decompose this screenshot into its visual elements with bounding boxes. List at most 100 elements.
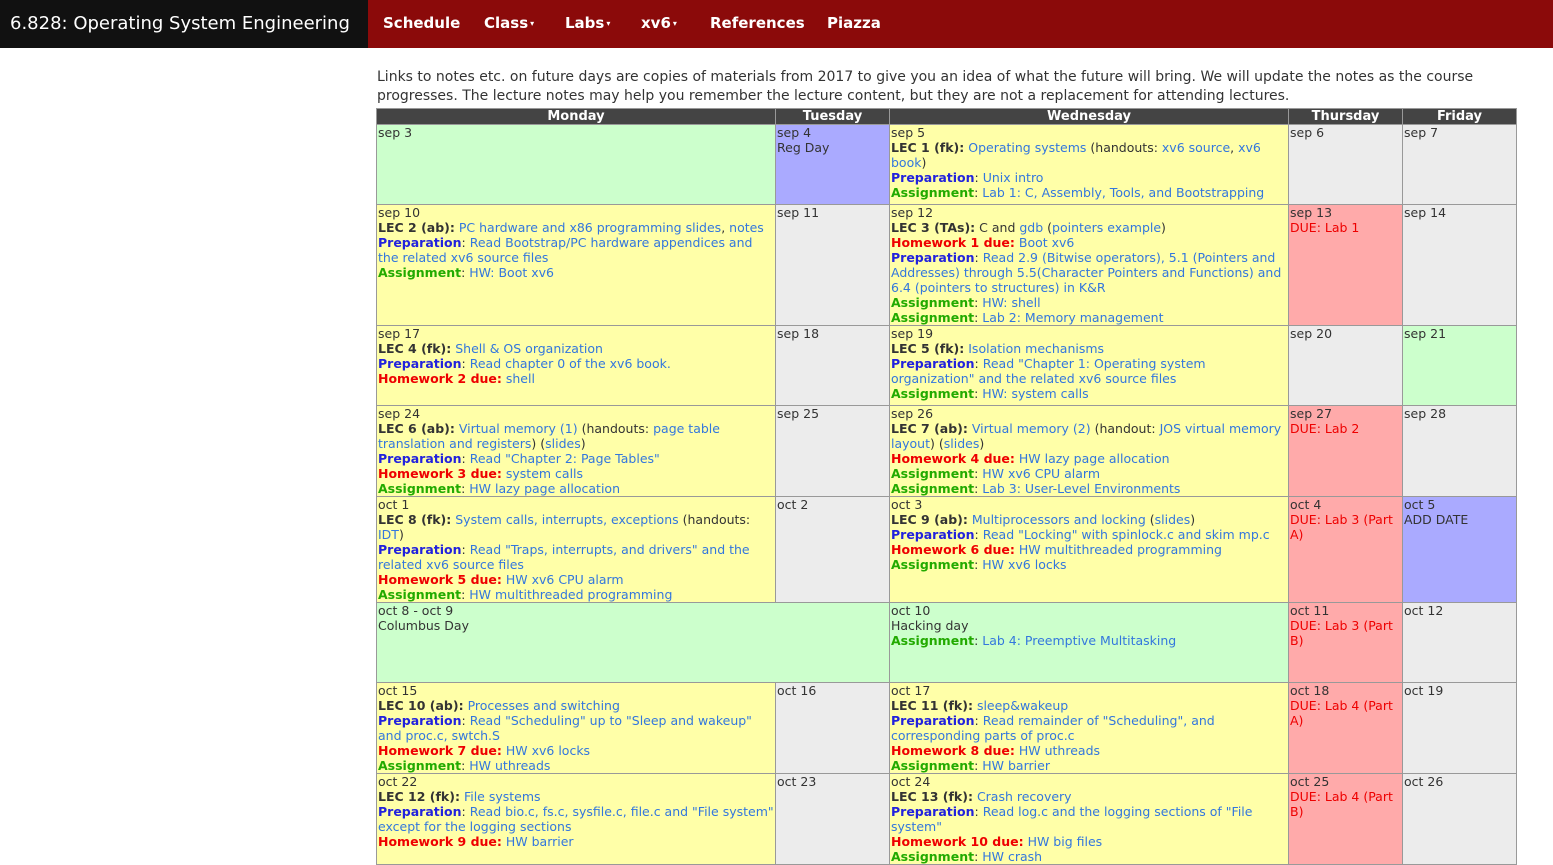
nav-xv6-dropdown[interactable]: xv6 ▾ (641, 0, 677, 48)
preparation-line: Preparation: Read "Traps, interrupts, an… (378, 542, 750, 572)
day-cell: sep 12 LEC 3 (TAs): C and gdb (pointers … (889, 204, 1289, 326)
preparation-link[interactable]: Read "Chapter 2: Page Tables" (470, 451, 660, 466)
assignment-link[interactable]: HW: system calls (982, 386, 1088, 401)
day-date: sep 25 (777, 406, 820, 422)
lecture-link[interactable]: Processes and switching (468, 698, 620, 713)
day-cell: oct 5 ADD DATE (1402, 496, 1517, 603)
due-line: DUE: Lab 4 (Part A) (1290, 698, 1393, 728)
due-label: DUE (1290, 220, 1317, 235)
assignment-link[interactable]: Lab 3: User-Level Environments (982, 481, 1180, 496)
preparation-label: Preparation (891, 804, 975, 819)
day-cell: sep 7 (1402, 124, 1517, 205)
assignment-link[interactable]: Lab 4: Preemptive Multitasking (982, 633, 1176, 648)
preparation-link[interactable]: Read chapter 0 of the xv6 book. (470, 356, 671, 371)
homework-link[interactable]: system calls (506, 466, 583, 481)
due-link[interactable]: Lab 1 (1325, 220, 1360, 235)
lecture-link[interactable]: Virtual memory (1) (459, 421, 578, 436)
lecture-link[interactable]: sleep&wakeup (977, 698, 1068, 713)
lecture-label: LEC 13 (fk): (891, 789, 973, 804)
assignment-link[interactable]: Lab 1: C, Assembly, Tools, and Bootstrap… (982, 185, 1264, 200)
homework-line: Homework 5 due: HW xv6 CPU alarm (378, 572, 774, 587)
lecture-link[interactable]: Operating systems (968, 140, 1086, 155)
assignment-link[interactable]: Lab 2: Memory management (982, 310, 1163, 325)
homework-link[interactable]: HW uthreads (1019, 743, 1100, 758)
assignment-line: Assignment: HW: Boot xv6 (378, 265, 554, 280)
homework-link[interactable]: shell (506, 371, 535, 386)
homework-link[interactable]: HW barrier (506, 834, 574, 849)
assignment-link[interactable]: HW barrier (982, 758, 1050, 773)
assignment-link[interactable]: HW xv6 locks (982, 557, 1066, 572)
lecture-line: LEC 13 (fk): Crash recovery (891, 789, 1287, 804)
homework-link[interactable]: HW big files (1028, 834, 1103, 849)
nav-piazza[interactable]: Piazza (827, 0, 881, 48)
day-date: sep 13 (1290, 205, 1333, 221)
day-cell: sep 10 LEC 2 (ab): PC hardware and x86 p… (376, 204, 776, 326)
assignment-link[interactable]: HW xv6 CPU alarm (982, 466, 1100, 481)
homework-label: Homework 7 due: (378, 743, 502, 758)
day-date: oct 24 (891, 774, 931, 790)
due-link[interactable]: Lab 2 (1325, 421, 1360, 436)
assignment-link[interactable]: HW: shell (982, 295, 1040, 310)
week-row: oct 8 - oct 9 Columbus Day oct 10 Hackin… (376, 602, 1517, 683)
site-title[interactable]: 6.828: Operating System Engineering (0, 0, 368, 48)
homework-link[interactable]: HW xv6 locks (506, 743, 590, 758)
nav-schedule[interactable]: Schedule (383, 0, 460, 48)
assignment-link[interactable]: HW multithreaded programming (469, 587, 672, 602)
homework-label: Homework 10 due: (891, 834, 1024, 849)
slides-link[interactable]: slides (686, 220, 722, 235)
homework-line: Homework 10 due: HW big files (891, 834, 1287, 849)
assignment-link[interactable]: HW uthreads (469, 758, 550, 773)
day-date: sep 5 (891, 125, 926, 141)
slides-link[interactable]: slides (1155, 512, 1191, 527)
lecture-link[interactable]: File systems (464, 789, 541, 804)
pointers-example-link[interactable]: pointers example (1052, 220, 1161, 235)
lecture-link[interactable]: Isolation mechanisms (968, 341, 1104, 356)
slides-link[interactable]: slides (944, 436, 980, 451)
due-line: DUE: Lab 2 (1290, 421, 1360, 436)
homework-link[interactable]: HW multithreaded programming (1019, 542, 1222, 557)
homework-label: Homework 4 due: (891, 451, 1015, 466)
gdb-link[interactable]: gdb (1019, 220, 1043, 235)
handout-link[interactable]: IDT (378, 527, 399, 542)
slides-link[interactable]: slides (545, 436, 581, 451)
nav-references[interactable]: References (710, 0, 805, 48)
day-cell: oct 12 (1402, 602, 1517, 683)
week-row: sep 10 LEC 2 (ab): PC hardware and x86 p… (376, 204, 1517, 326)
header-thursday: Thursday (1288, 108, 1403, 125)
day-date: oct 10 (891, 603, 931, 619)
assignment-link[interactable]: HW crash (982, 849, 1042, 864)
homework-link[interactable]: Boot xv6 (1019, 235, 1075, 250)
nav-labs-dropdown[interactable]: Labs ▾ (565, 0, 610, 48)
header-friday: Friday (1402, 108, 1517, 125)
assignment-label: Assignment (891, 849, 975, 864)
header-tuesday: Tuesday (775, 108, 890, 125)
lecture-link[interactable]: PC hardware and x86 programming (459, 220, 682, 235)
lecture-link[interactable]: Shell & OS organization (455, 341, 603, 356)
lecture-line: LEC 8 (fk): System calls, interrupts, ex… (378, 512, 751, 542)
day-cell: sep 26 LEC 7 (ab): Virtual memory (2) (h… (889, 405, 1289, 497)
day-date: oct 2 (777, 497, 809, 513)
nav-class-dropdown[interactable]: Class ▾ (484, 0, 534, 48)
assignment-line: Assignment: Lab 3: User-Level Environmen… (891, 481, 1181, 496)
top-navbar: 6.828: Operating System Engineering Sche… (0, 0, 1553, 48)
lecture-link[interactable]: Crash recovery (977, 789, 1072, 804)
preparation-label: Preparation (378, 804, 462, 819)
homework-link[interactable]: HW lazy page allocation (1019, 451, 1170, 466)
assignment-label: Assignment (891, 386, 975, 401)
day-cell: oct 18 DUE: Lab 4 (Part A) (1288, 682, 1403, 774)
notes-link[interactable]: notes (729, 220, 764, 235)
day-cell: oct 17 LEC 11 (fk): sleep&wakeup Prepara… (889, 682, 1289, 774)
handout-link[interactable]: xv6 source (1162, 140, 1230, 155)
preparation-link[interactable]: Unix intro (983, 170, 1044, 185)
assignment-link[interactable]: HW lazy page allocation (469, 481, 620, 496)
day-note: ADD DATE (1404, 512, 1469, 527)
lecture-link[interactable]: Multiprocessors and locking (972, 512, 1146, 527)
lecture-link[interactable]: Virtual memory (2) (972, 421, 1091, 436)
day-cell: oct 24 LEC 13 (fk): Crash recovery Prepa… (889, 773, 1289, 865)
preparation-link[interactable]: Read "Locking" with spinlock.c and skim … (983, 527, 1270, 542)
homework-link[interactable]: HW xv6 CPU alarm (506, 572, 624, 587)
preparation-line: Preparation: Read 2.9 (Bitwise operators… (891, 250, 1282, 295)
lecture-link[interactable]: System calls, interrupts, exceptions (455, 512, 678, 527)
day-date: oct 4 (1290, 497, 1322, 513)
assignment-link[interactable]: HW: Boot xv6 (469, 265, 554, 280)
